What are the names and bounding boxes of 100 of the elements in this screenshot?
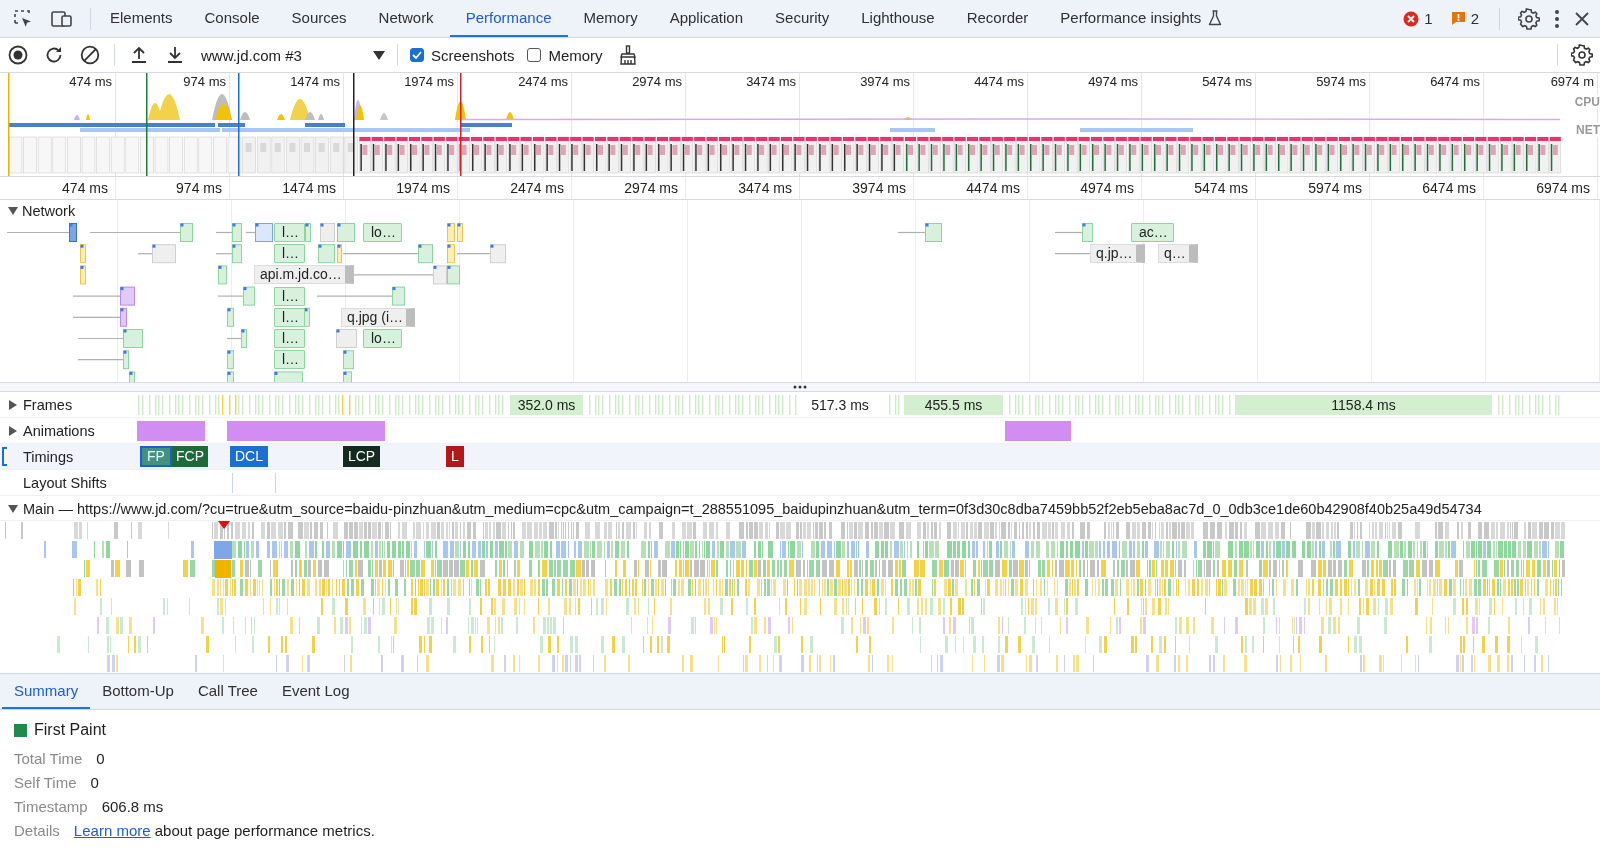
network-request-bar[interactable]: l… bbox=[274, 223, 306, 242]
expand-triangle-icon[interactable] bbox=[8, 399, 18, 410]
timing-marker[interactable]: FP bbox=[140, 446, 172, 467]
time-label: 6474 ms bbox=[1370, 177, 1484, 199]
checkbox[interactable] bbox=[527, 48, 542, 62]
details-tab[interactable]: Call Tree bbox=[185, 674, 270, 709]
download-icon bbox=[165, 45, 185, 65]
time-label: 474 ms bbox=[68, 73, 113, 91]
time-label: 5474 ms bbox=[1201, 73, 1253, 91]
frame-duration: 455.5 ms bbox=[904, 395, 1003, 415]
field-label: Total Time bbox=[14, 749, 83, 767]
panel-tab[interactable]: Application bbox=[653, 0, 760, 37]
time-label: 5974 ms bbox=[1256, 177, 1370, 199]
network-request-bar[interactable]: api.m.jd.co… bbox=[254, 265, 354, 285]
close-icon bbox=[1574, 10, 1590, 27]
track-title: Layout Shifts bbox=[23, 474, 107, 491]
details-text: Learn more about page performance metrics. bbox=[73, 821, 375, 839]
network-request-bar[interactable]: l… bbox=[274, 244, 306, 264]
time-label: 4474 ms bbox=[973, 73, 1025, 91]
settings-icon bbox=[1571, 44, 1593, 66]
network-request-bar[interactable]: ac… bbox=[1131, 223, 1174, 242]
dropdown-caret-icon bbox=[373, 50, 385, 60]
lane-label: CPU bbox=[1572, 95, 1600, 109]
time-label: 4974 ms bbox=[1087, 73, 1139, 91]
track-title: Frames bbox=[23, 396, 73, 413]
upload-icon bbox=[129, 45, 149, 65]
clear-icon bbox=[80, 45, 100, 65]
track-title: Timings bbox=[23, 448, 74, 465]
time-label: 1474 ms bbox=[230, 177, 344, 199]
network-request-bar[interactable]: q.jpg (i… bbox=[341, 307, 416, 327]
track-title: Main — https://www.jd.com/?cu=true&utm_source=baidu-pinzhuan&utm_medium=cpc&utm_campaign=t_288551095_baidupinzhuan&utm_term=0f3d30c8dba7459bb52f2eb5eba8ac7d_0_0db3ce1de60b42908f40b25a49d54734 bbox=[23, 500, 1482, 517]
time-label: 6974 m bbox=[1549, 73, 1595, 91]
network-request-bar[interactable]: l… bbox=[274, 286, 306, 306]
time-label: 5974 ms bbox=[1315, 73, 1367, 91]
time-label: 3474 ms bbox=[686, 177, 800, 199]
timing-marker[interactable]: LCP bbox=[343, 446, 380, 467]
panel-tab[interactable]: Memory bbox=[567, 0, 654, 37]
network-request-bar[interactable]: q… bbox=[1158, 244, 1198, 264]
recording-select[interactable]: www.jd.com #3 bbox=[195, 42, 391, 68]
inspect-element-icon[interactable] bbox=[13, 8, 33, 29]
resize-handle-icon[interactable] bbox=[793, 385, 807, 389]
panel-tab[interactable]: Lighthouse bbox=[845, 0, 951, 37]
panel-tab[interactable]: Elements bbox=[94, 0, 189, 37]
field-value: 0 bbox=[90, 773, 99, 791]
checkbox[interactable] bbox=[410, 48, 424, 62]
frame-duration: 352.0 ms bbox=[510, 395, 583, 415]
timing-marker[interactable]: L bbox=[446, 446, 464, 467]
learn-more-link[interactable]: Learn more bbox=[73, 821, 151, 839]
field-label: Details bbox=[14, 821, 60, 839]
time-label: 2474 ms bbox=[458, 177, 572, 199]
panel-tab[interactable]: Performance insights bbox=[1044, 0, 1239, 37]
panel-tab[interactable]: Recorder bbox=[950, 0, 1045, 37]
time-label: 2974 ms bbox=[631, 73, 683, 91]
panel-tab[interactable]: Console bbox=[188, 0, 276, 37]
timing-marker[interactable]: FCP bbox=[172, 446, 208, 467]
device-toolbar-icon[interactable] bbox=[51, 8, 73, 29]
time-label: 974 ms bbox=[182, 73, 227, 91]
panel-tab[interactable]: Network bbox=[362, 0, 450, 37]
checkbox-label: Screenshots bbox=[431, 46, 515, 64]
expand-triangle-icon[interactable] bbox=[8, 503, 18, 514]
track-title: Animations bbox=[23, 422, 95, 439]
expand-triangle-icon[interactable] bbox=[8, 425, 18, 436]
time-label: 6974 ms bbox=[1484, 177, 1598, 199]
timing-marker[interactable]: DCL bbox=[230, 446, 268, 467]
selection-bracket bbox=[2, 447, 7, 466]
layout-shift-mark bbox=[232, 473, 233, 493]
animation-bar bbox=[1005, 421, 1071, 441]
details-tab[interactable]: Summary bbox=[2, 674, 91, 709]
network-activity-bar bbox=[890, 128, 935, 132]
network-request-bar[interactable]: l… bbox=[274, 329, 306, 348]
expand-triangle-icon[interactable] bbox=[8, 206, 18, 216]
time-label: 3974 ms bbox=[800, 177, 914, 199]
network-request-bar[interactable]: l… bbox=[274, 307, 306, 327]
network-request-bar[interactable]: lo… bbox=[363, 223, 402, 242]
error-icon bbox=[1403, 10, 1420, 27]
settings-icon bbox=[1518, 7, 1540, 30]
time-label: 4974 ms bbox=[1028, 177, 1142, 199]
field-value: 0 bbox=[96, 749, 105, 767]
checkbox-label: Memory bbox=[548, 46, 603, 64]
time-label: 1974 ms bbox=[344, 177, 458, 199]
animation-bar bbox=[137, 421, 205, 441]
network-request-bar[interactable]: q.jp… bbox=[1090, 244, 1145, 264]
details-tab[interactable]: Event Log bbox=[269, 674, 362, 709]
details-tab[interactable]: Bottom-Up bbox=[90, 674, 186, 709]
record-icon bbox=[8, 45, 28, 65]
warning-count[interactable]: 2 bbox=[1444, 4, 1485, 33]
field-label: Timestamp bbox=[14, 797, 88, 815]
time-label: 3474 ms bbox=[745, 73, 797, 91]
error-count[interactable]: 1 bbox=[1397, 4, 1439, 33]
network-request-bar[interactable]: lo… bbox=[363, 329, 402, 348]
more-icon bbox=[1554, 8, 1560, 29]
field-label: Self Time bbox=[14, 773, 77, 791]
panel-tab[interactable]: Sources bbox=[275, 0, 363, 37]
broom-icon bbox=[618, 45, 637, 65]
layout-shift-mark bbox=[275, 473, 276, 493]
time-label: 6474 ms bbox=[1429, 73, 1481, 91]
panel-tab[interactable]: Security bbox=[759, 0, 846, 37]
time-label: 474 ms bbox=[2, 177, 116, 199]
time-label: 5474 ms bbox=[1142, 177, 1256, 199]
time-label: 1974 ms bbox=[403, 73, 455, 91]
